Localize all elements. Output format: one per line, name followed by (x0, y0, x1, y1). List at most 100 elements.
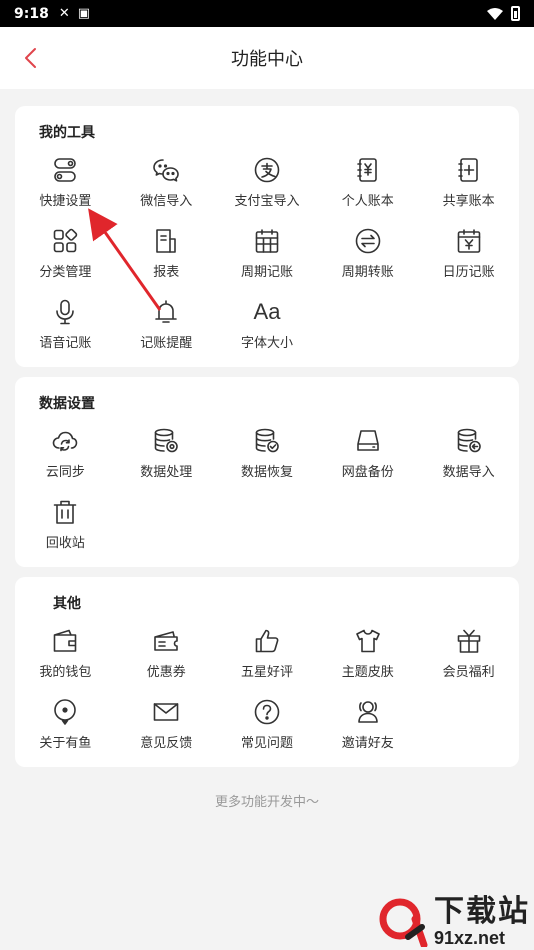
report-icon (156, 229, 176, 253)
recurring-transfer-item[interactable]: 周期转账 (317, 227, 418, 280)
my-wallet-item[interactable]: 我的钱包 (15, 627, 116, 680)
location-pin-icon (54, 699, 77, 725)
calendar-record-item[interactable]: 日历记账 (418, 227, 519, 280)
item-label: 回收站 (45, 536, 85, 551)
question-icon (254, 699, 280, 725)
gift-icon (457, 629, 480, 653)
toggle-switch-icon (54, 158, 77, 182)
faq-item[interactable]: 常见问题 (217, 698, 318, 751)
data-recovery-item[interactable]: 数据恢复 (217, 427, 318, 480)
database-check-icon (255, 428, 279, 453)
calendar-grid-icon (255, 229, 279, 253)
invite-friends-icon (357, 701, 378, 723)
coupon-item[interactable]: 优惠券 (116, 627, 217, 680)
item-label: 我的钱包 (39, 665, 92, 680)
back-arrow-icon[interactable] (18, 45, 44, 71)
item-label: 常见问题 (240, 736, 293, 751)
item-label: 共享账本 (442, 194, 495, 209)
item-label: 微信导入 (140, 194, 193, 209)
shared-ledger-item[interactable]: 共享账本 (418, 156, 519, 209)
section-title-other: 其他 (53, 596, 81, 612)
cloud-sync-item[interactable]: 云同步 (15, 427, 116, 480)
record-reminder-item[interactable]: 记账提醒 (116, 298, 217, 351)
item-label: 语音记账 (39, 336, 92, 351)
cloud-drive-backup-item[interactable]: 网盘备份 (317, 427, 418, 480)
microphone-icon (56, 299, 75, 325)
item-label: 日历记账 (442, 265, 495, 280)
page-title: 功能中心 (231, 49, 303, 70)
item-label: 数据处理 (140, 465, 193, 480)
item-label: 分类管理 (39, 265, 92, 280)
personal-ledger-item[interactable]: 个人账本 (317, 156, 418, 209)
transfer-icon (355, 228, 381, 254)
item-label: 优惠券 (146, 665, 186, 680)
wechat-icon (153, 159, 179, 182)
recurring-record-item[interactable]: 周期记账 (217, 227, 318, 280)
feedback-item[interactable]: 意见反馈 (116, 698, 217, 751)
invite-friends-item[interactable]: 邀请好友 (317, 698, 418, 751)
alipay-icon (254, 157, 280, 183)
recycle-bin-item[interactable]: 回收站 (15, 498, 116, 551)
other-card: 其他 我的钱包 优惠券 五星好评 主题皮肤 会员福利 关于有鱼 意见反馈 常见问… (15, 577, 519, 767)
item-label: 云同步 (45, 465, 85, 480)
battery-icon (511, 6, 520, 21)
wallet-icon (54, 629, 77, 652)
report-item[interactable]: 报表 (116, 227, 217, 280)
data-settings-card: 数据设置 云同步 数据处理 数据恢复 网盘备份 数据导入 回收站 (15, 377, 519, 567)
item-label: 网盘备份 (341, 465, 394, 480)
font-size-icon: Aa (253, 299, 281, 324)
status-bar: 9:18 ✕ ▣ (0, 0, 534, 27)
bell-icon (155, 300, 177, 323)
item-label: 个人账本 (341, 194, 394, 209)
mail-icon (153, 703, 179, 721)
coupon-icon (154, 631, 178, 651)
item-label: 邀请好友 (341, 736, 394, 751)
quick-settings-item[interactable]: 快捷设置 (15, 156, 116, 209)
tshirt-icon (355, 629, 380, 653)
item-label: 数据恢复 (240, 465, 293, 480)
item-label: 报表 (153, 265, 180, 280)
database-import-icon (457, 428, 481, 453)
database-gear-icon (154, 428, 178, 453)
item-label: 记账提醒 (140, 336, 193, 351)
category-management-item[interactable]: 分类管理 (15, 227, 116, 280)
member-benefits-item[interactable]: 会员福利 (418, 627, 519, 680)
app-notification-icon: ✕ (58, 6, 70, 21)
item-label: 五星好评 (240, 665, 293, 680)
cloud-sync-icon (53, 431, 78, 452)
personal-ledger-icon (356, 158, 377, 182)
shared-ledger-icon (457, 158, 478, 182)
calendar-yen-icon (457, 229, 480, 253)
voice-record-item[interactable]: 语音记账 (15, 298, 116, 351)
item-label: 主题皮肤 (341, 665, 394, 680)
thumbs-up-icon (255, 629, 279, 653)
item-label: 意见反馈 (140, 736, 193, 751)
watermark-logo-icon (379, 898, 428, 947)
data-processing-item[interactable]: 数据处理 (116, 427, 217, 480)
about-youyu-item[interactable]: 关于有鱼 (15, 698, 116, 751)
item-label: 数据导入 (442, 465, 495, 480)
watermark-url: 91xz.net (434, 928, 506, 948)
item-label: 周期转账 (341, 265, 394, 280)
item-label: 快捷设置 (39, 194, 92, 209)
watermark: 下载站 91xz.net (378, 896, 530, 948)
item-label: 支付宝导入 (234, 194, 300, 209)
section-title-my-tools: 我的工具 (39, 125, 95, 141)
item-label: 关于有鱼 (39, 736, 92, 751)
theme-skin-item[interactable]: 主题皮肤 (317, 627, 418, 680)
category-grid-icon (54, 228, 78, 253)
data-import-item[interactable]: 数据导入 (418, 427, 519, 480)
more-features-footer: 更多功能开发中～ (214, 795, 319, 810)
app-bar: 功能中心 (0, 27, 534, 89)
item-label: 字体大小 (240, 336, 293, 351)
watermark-title: 下载站 (434, 894, 530, 929)
section-title-data-settings: 数据设置 (39, 396, 95, 412)
trash-icon (54, 500, 77, 524)
wifi-icon (487, 7, 503, 20)
alipay-import-item[interactable]: 支付宝导入 (217, 156, 318, 209)
five-star-rating-item[interactable]: 五星好评 (217, 627, 318, 680)
my-tools-card: 我的工具 快捷设置 微信导入 支付宝导入 个人账本 共享账本 分类管理 报表 周… (15, 106, 519, 367)
notification-a-icon: ▣ (77, 6, 91, 21)
wechat-import-item[interactable]: 微信导入 (116, 156, 217, 209)
font-size-item[interactable]: Aa 字体大小 (217, 298, 318, 351)
